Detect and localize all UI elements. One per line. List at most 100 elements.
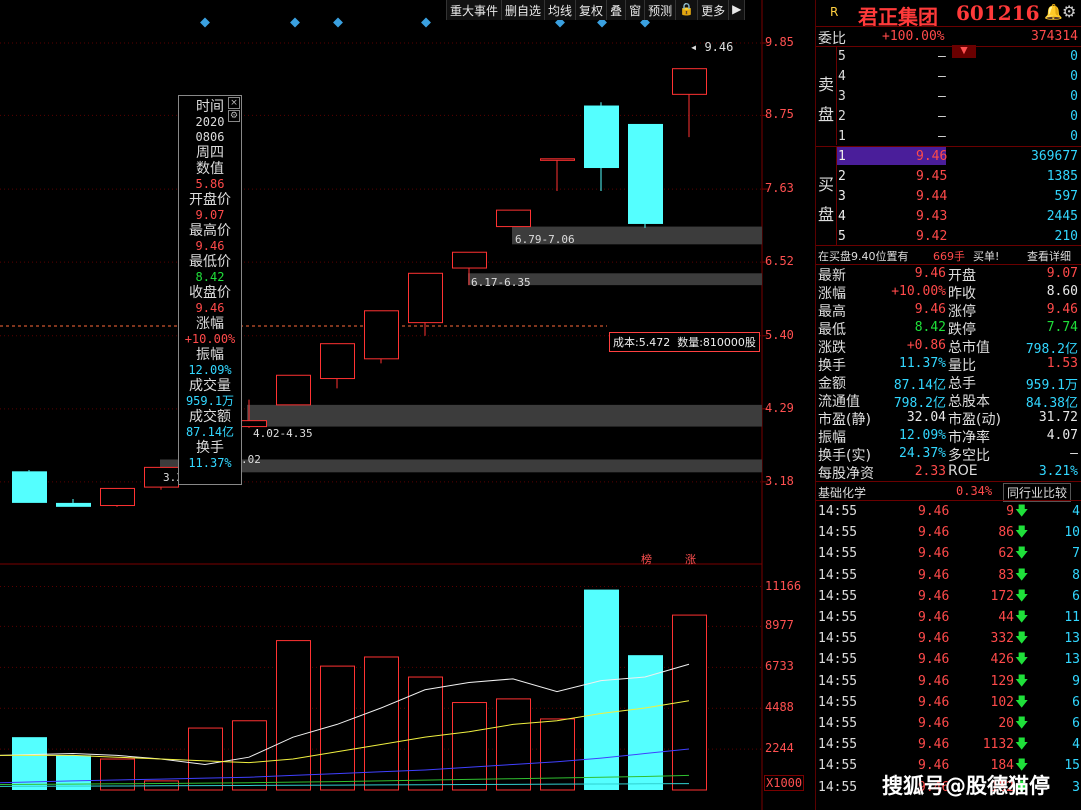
candle[interactable]: [320, 343, 355, 389]
close-icon[interactable]: ×: [228, 97, 240, 109]
tick-time: 14:55: [818, 631, 858, 647]
bid-volume: 2445: [1046, 209, 1078, 224]
event-diamond-icon[interactable]: [421, 17, 431, 28]
down-arrow-icon: 🡇: [1015, 567, 1029, 583]
bid-level-row[interactable]: 3 9.44 597: [816, 187, 1081, 207]
candle-body: [584, 105, 619, 169]
tick-price: 9.46: [918, 652, 950, 668]
cost-box[interactable]: 成本:5.472 数量:810000股: [609, 332, 760, 352]
quote-stat-row: 涨跌 +0.86 总市值 798.2亿: [816, 337, 1081, 357]
view-detail-button[interactable]: 查看详细: [1027, 248, 1071, 264]
remove-watchlist-button[interactable]: 删自选: [502, 0, 546, 20]
overlay-button[interactable]: 叠: [607, 0, 627, 20]
tick-volume: 83: [998, 567, 1014, 583]
stat-label: 昨收: [948, 286, 976, 302]
event-diamond-icon[interactable]: [290, 17, 300, 28]
tip-change: +10.00%: [184, 332, 236, 346]
candle[interactable]: [12, 470, 47, 503]
tick-count: 3: [1072, 779, 1080, 795]
stat-label: 市盈(静): [818, 412, 871, 428]
tick-volume: 332: [990, 631, 1014, 647]
volume-bar[interactable]: [496, 698, 531, 791]
quote-stat-row: 最高 9.46 涨停 9.46: [816, 301, 1081, 320]
stat-value: 12.09%: [899, 428, 946, 443]
volume-bar[interactable]: [364, 656, 399, 791]
bid-level-row[interactable]: 2 9.45 1385: [816, 167, 1081, 187]
volume-bar[interactable]: [100, 758, 135, 791]
bid-price: 9.45: [916, 169, 948, 184]
moving-average-button[interactable]: 均线: [545, 0, 577, 20]
stat-label: 换手: [818, 358, 846, 374]
down-arrow-icon: 🡇: [1015, 673, 1029, 689]
ask-level: 1: [838, 129, 846, 144]
kline-chart[interactable]: [0, 0, 815, 810]
event-diamond-icon[interactable]: [200, 17, 210, 28]
price-tick-label: 7.63: [765, 181, 794, 196]
bid-price: 9.44: [916, 189, 948, 204]
candle[interactable]: [540, 158, 575, 192]
tip-change-label: 涨幅: [196, 316, 224, 332]
tick-count: 6: [1072, 716, 1080, 731]
volume-bar[interactable]: [56, 755, 91, 790]
candle[interactable]: [584, 102, 619, 192]
tick-price: 9.46: [918, 610, 950, 625]
volume-tick-label: 8977: [765, 618, 794, 633]
adjust-button[interactable]: 复权: [576, 0, 608, 20]
volume-bar[interactable]: [584, 589, 619, 790]
tick-row: 14:55 9.46 20 🡇 6: [816, 713, 1081, 734]
limit-up-tag[interactable]: 涨: [685, 551, 696, 567]
bid-level-row[interactable]: 5 9.42 210: [816, 227, 1081, 247]
sector-name[interactable]: 基础化学: [818, 484, 866, 501]
tick-time: 14:55: [818, 652, 858, 668]
bid-level-row[interactable]: 1 9.46 369677: [816, 147, 1081, 167]
candle[interactable]: [364, 310, 399, 364]
volume-bar[interactable]: [232, 720, 267, 791]
volume-bar[interactable]: [540, 718, 575, 791]
candle[interactable]: [56, 498, 91, 507]
candle[interactable]: [276, 374, 311, 406]
lock-icon[interactable]: 🔒: [676, 0, 699, 20]
order-ratio-pct: +100.00%: [882, 29, 945, 44]
dragon-tiger-tag[interactable]: 榜: [641, 551, 652, 567]
expand-arrow-icon[interactable]: ▶: [729, 0, 746, 20]
tick-price: 9.46: [918, 567, 950, 583]
down-arrow-icon: 🡇: [1015, 610, 1029, 625]
quote-stat-row: 振幅 12.09% 市净率 4.07: [816, 427, 1081, 446]
major-events-button[interactable]: 重大事件: [447, 0, 503, 20]
candle-body: [320, 343, 355, 380]
stat-label: 量比: [948, 358, 976, 374]
candle[interactable]: [408, 272, 443, 336]
ask-price: –: [938, 129, 946, 144]
tick-row: 14:55 9.46 83 🡇 8: [816, 565, 1081, 586]
event-diamond-icon[interactable]: [333, 17, 343, 28]
bell-icon[interactable]: 🔔: [1044, 3, 1063, 21]
ask-price: –: [938, 69, 946, 84]
tip-value-label: 数值: [196, 161, 224, 177]
down-arrow-icon: 🡇: [1015, 716, 1029, 731]
candle[interactable]: [628, 123, 663, 228]
volume-bar[interactable]: [276, 640, 311, 791]
volume-bar[interactable]: [628, 655, 663, 790]
quote-panel: R 君正集团 601216 🔔 ⚙ 委比 +100.00% 374314 ▼ 卖…: [815, 0, 1081, 810]
candle[interactable]: [672, 68, 707, 138]
forecast-button[interactable]: 预测: [645, 0, 677, 20]
bid-level-row[interactable]: 4 9.43 2445: [816, 207, 1081, 227]
tick-count: 6: [1072, 588, 1080, 604]
candle[interactable]: [100, 487, 135, 507]
quote-stat-row: 金额 87.14亿 总手 959.1万: [816, 373, 1081, 393]
buy-queue-button[interactable]: 买单!: [973, 248, 999, 264]
tick-volume: 9: [1006, 504, 1014, 519]
volume-bar[interactable]: [452, 702, 487, 791]
candle[interactable]: [496, 209, 531, 228]
tick-count: 15: [1064, 758, 1080, 774]
gear-icon[interactable]: ⚙: [1062, 2, 1076, 21]
window-button[interactable]: 窗: [626, 0, 646, 20]
bid-volume: 1385: [1046, 169, 1078, 184]
stat-label: 振幅: [818, 430, 846, 446]
tick-row: 14:55 9.46 9 🡇 4: [816, 501, 1081, 522]
volume-bar[interactable]: [188, 727, 223, 791]
bid-volume: 597: [1054, 189, 1078, 204]
ask-price: –: [938, 89, 946, 104]
more-button[interactable]: 更多: [698, 0, 730, 20]
settings-icon[interactable]: ⚙: [228, 110, 240, 122]
